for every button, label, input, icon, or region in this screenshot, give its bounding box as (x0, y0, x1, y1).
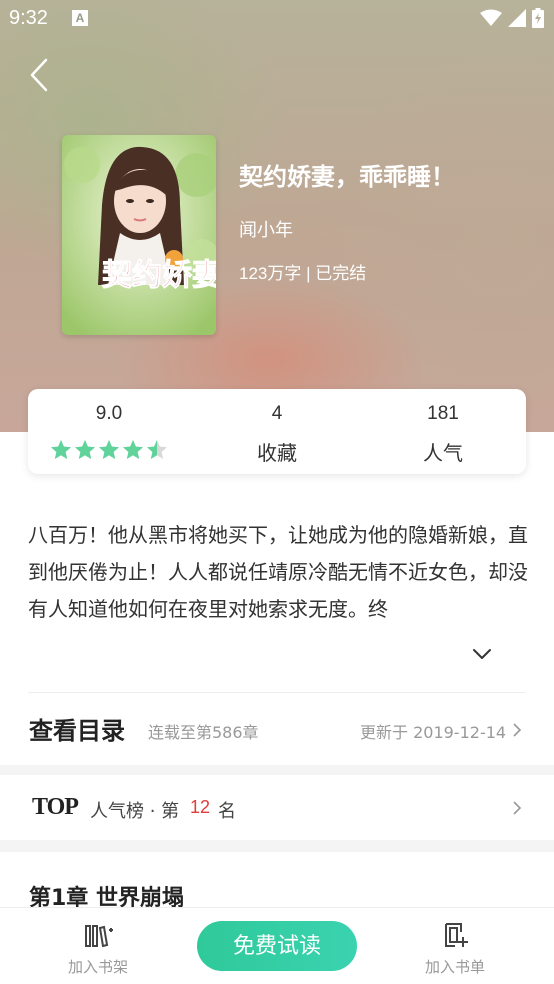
divider (28, 692, 526, 693)
rank-number: 12 (190, 797, 211, 817)
notification-icon: A (72, 10, 88, 26)
bookshelf-add-icon (85, 925, 113, 948)
svg-text:契约娇妻: 契约娇妻 (102, 258, 216, 293)
toc-updated-date: 更新于 2019-12-14 (360, 723, 507, 742)
add-to-shelf-label: 加入书架 (67, 958, 128, 976)
back-button[interactable] (26, 56, 56, 96)
cover-title-art: 契约娇妻 (102, 258, 217, 294)
chevron-right-icon (513, 801, 522, 815)
book-synopsis[interactable]: 八百万！他从黑市将她买下，让她成为他的隐婚新娘，直到他厌倦为止！人人都说任靖原冷… (28, 517, 528, 628)
favorites-value: 4 (271, 403, 283, 424)
add-to-booklist-button[interactable]: 加入书单 (385, 908, 525, 984)
favorites-label: 收藏 (257, 441, 297, 465)
star-icon (75, 440, 95, 459)
toc-serial-status: 连载至第586章 (148, 723, 259, 742)
book-cover[interactable]: 契约娇妻 (62, 135, 216, 335)
status-time: 9:32 (9, 7, 48, 29)
rating-stars (50, 439, 168, 461)
popularity-value: 181 (427, 403, 459, 424)
section-gap (0, 840, 554, 852)
favorites-stat: 4 收藏 (194, 389, 360, 474)
popularity-stat: 181 人气 (360, 389, 526, 474)
star-icon (123, 440, 143, 459)
popularity-rank-row[interactable]: TOP 人气榜 · 第 12 名 (0, 776, 554, 840)
star-icon (147, 440, 167, 459)
rank-suffix: 名 (218, 801, 236, 822)
bottom-action-bar: 加入书架 免费试读 加入书单 (0, 907, 554, 984)
table-of-contents-row[interactable]: 查看目录 连载至第586章 更新于 2019-12-14 (0, 694, 554, 766)
chevron-down-icon (473, 649, 491, 659)
rating-stat: 9.0 (28, 389, 194, 474)
booklist-add-icon (445, 923, 468, 947)
rating-value: 9.0 (95, 403, 123, 424)
expand-synopsis-button[interactable] (470, 644, 494, 664)
free-trial-read-button[interactable]: 免费试读 (197, 921, 357, 971)
wifi-icon (480, 9, 502, 26)
stats-card: 9.0 4 收藏 181 人气 (28, 389, 526, 474)
star-icon (51, 440, 71, 459)
cover-illustration: 契约娇妻 (62, 135, 216, 335)
battery-icon (532, 8, 544, 28)
top-logo: TOP (32, 794, 79, 820)
book-author[interactable]: 闻小年 (239, 216, 293, 242)
popularity-label: 人气 (423, 441, 463, 465)
book-title: 契约娇妻，乖乖睡！ (239, 163, 455, 191)
status-icons (480, 7, 544, 29)
rank-label: 人气榜 · 第 (90, 801, 180, 822)
status-bar: 9:32 A (0, 0, 554, 38)
back-arrow-icon (30, 58, 48, 92)
section-gap (0, 765, 554, 775)
add-to-shelf-button[interactable]: 加入书架 (28, 908, 168, 984)
signal-icon (508, 9, 526, 27)
add-to-booklist-label: 加入书单 (424, 958, 485, 976)
star-icon (99, 440, 119, 459)
chevron-right-icon (513, 723, 522, 737)
toc-title: 查看目录 (29, 717, 125, 745)
book-meta: 123万字 | 已完结 (239, 264, 367, 283)
